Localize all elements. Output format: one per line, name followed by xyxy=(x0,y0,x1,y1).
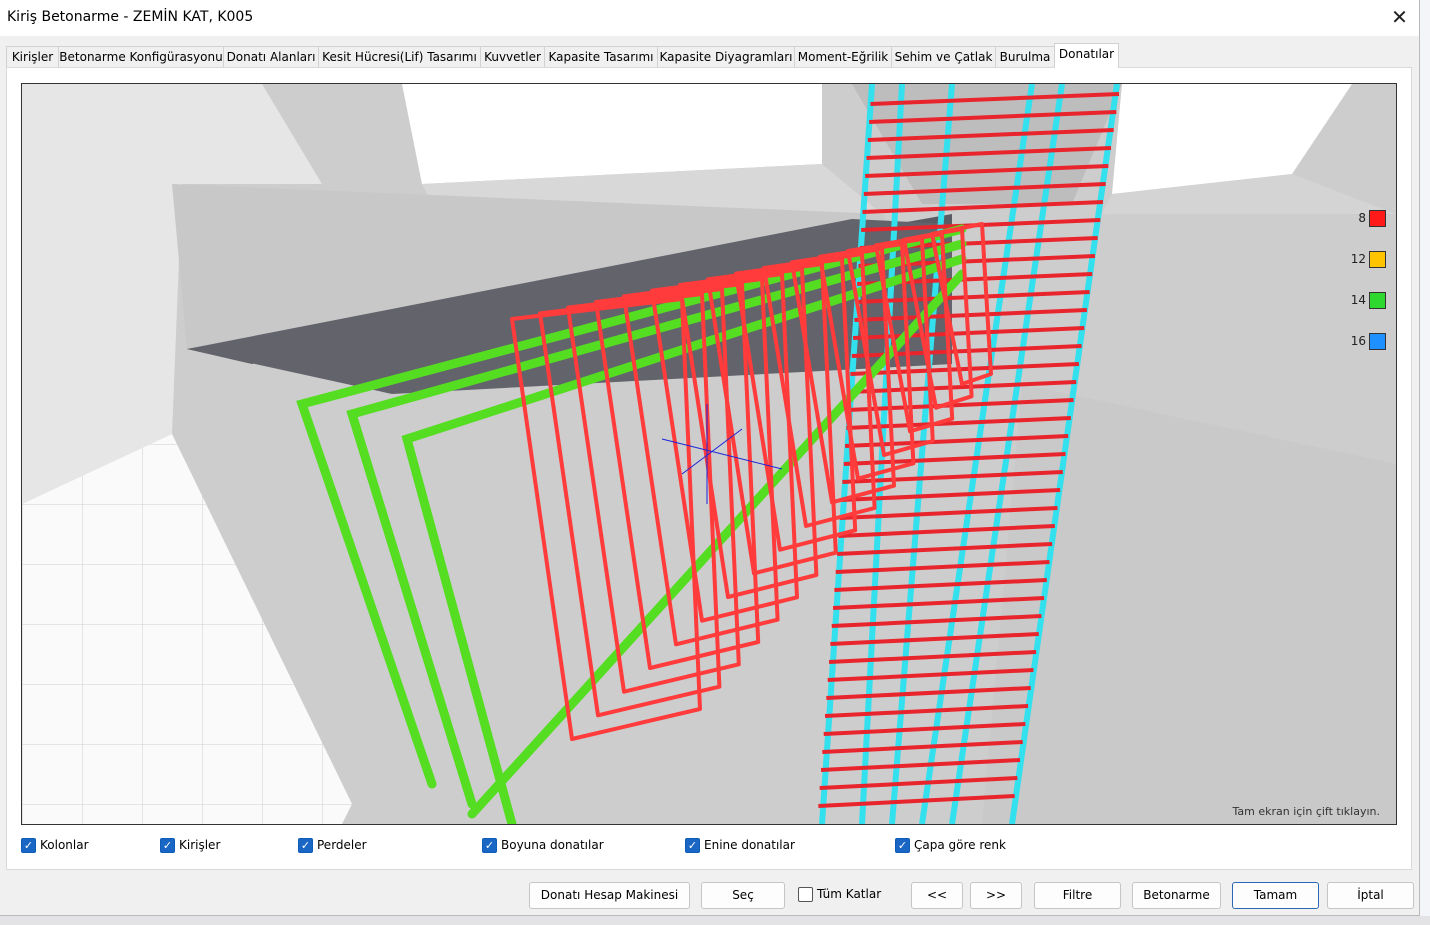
filter-button[interactable]: Filtre xyxy=(1034,882,1121,909)
rebar-calculator-button[interactable]: Donatı Hesap Makinesi xyxy=(529,882,690,909)
legend-swatch xyxy=(1369,333,1386,350)
title-bar: Kiriş Betonarme - ZEMİN KAT, K005 ✕ xyxy=(0,0,1419,36)
next-button[interactable]: >> xyxy=(970,882,1022,909)
ok-button[interactable]: Tamam xyxy=(1232,882,1319,909)
background-window-strip xyxy=(1420,0,1430,925)
checkbox-label: Enine donatılar xyxy=(704,838,795,852)
legend-item-14: 14 xyxy=(1330,292,1390,310)
tab-burulma[interactable]: Burulma xyxy=(995,46,1055,68)
window-title: Kiriş Betonarme - ZEMİN KAT, K005 xyxy=(7,9,254,25)
tab-sehim-ve-catlak[interactable]: Sehim ve Çatlak xyxy=(891,46,996,68)
legend-swatch xyxy=(1369,251,1386,268)
legend-swatch xyxy=(1369,292,1386,309)
tab-kuvvetler[interactable]: Kuvvetler xyxy=(480,46,545,68)
tab-kapasite-diyagramlari[interactable]: Kapasite Diyagramları xyxy=(657,46,795,68)
concrete-button[interactable]: Betonarme xyxy=(1132,882,1221,909)
dialog-window: Kiriş Betonarme - ZEMİN KAT, K005 ✕ Kiri… xyxy=(0,0,1420,916)
legend-label: 12 xyxy=(1350,252,1366,266)
checkbox-checked-icon[interactable]: ✓ xyxy=(160,838,175,853)
legend-swatch xyxy=(1369,210,1386,227)
legend-label: 16 xyxy=(1350,334,1366,348)
tab-betonarme-konfigurasyonu[interactable]: Betonarme Konfigürasyonu xyxy=(58,46,224,68)
checkbox-label: Kirişler xyxy=(179,838,221,852)
tab-donatilar[interactable]: Donatılar xyxy=(1054,43,1119,68)
legend-label: 8 xyxy=(1358,211,1366,225)
checkbox-checked-icon[interactable]: ✓ xyxy=(685,838,700,853)
cancel-button[interactable]: İptal xyxy=(1327,882,1414,909)
tab-kapasite-tasarimi[interactable]: Kapasite Tasarımı xyxy=(544,46,658,68)
select-button[interactable]: Seç xyxy=(701,882,785,909)
checkbox-checked-icon[interactable]: ✓ xyxy=(298,838,313,853)
fullscreen-hint: Tam ekran için çift tıklayın. xyxy=(1232,805,1380,818)
legend-item-12: 12 xyxy=(1330,251,1390,269)
checkbox-label: Perdeler xyxy=(317,838,367,852)
legend-label: 14 xyxy=(1350,293,1366,307)
checkbox-label: Kolonlar xyxy=(40,838,89,852)
checkbox-label: Çapa göre renk xyxy=(914,838,1006,852)
background-window-bottom xyxy=(0,916,1430,925)
checkbox-label: Boyuna donatılar xyxy=(501,838,604,852)
tab-moment-egrilik[interactable]: Moment-Eğrilik xyxy=(794,46,892,68)
checkbox-checked-icon[interactable]: ✓ xyxy=(895,838,910,853)
legend-item-8: 8 xyxy=(1330,210,1390,228)
rebar-3d-scene xyxy=(22,84,1396,824)
3d-viewport[interactable]: Tam ekran için çift tıklayın. xyxy=(21,83,1397,825)
checkbox-label: Tüm Katlar xyxy=(817,887,882,901)
legend-item-16: 16 xyxy=(1330,333,1390,351)
checkbox-checked-icon[interactable]: ✓ xyxy=(482,838,497,853)
tab-kirisler[interactable]: Kirişler xyxy=(6,46,59,68)
previous-button[interactable]: << xyxy=(911,882,963,909)
checkbox-checked-icon[interactable]: ✓ xyxy=(21,838,36,853)
tab-donati-alanlari[interactable]: Donatı Alanları xyxy=(223,46,319,68)
close-icon[interactable]: ✕ xyxy=(1380,0,1419,36)
checkbox-unchecked-icon[interactable] xyxy=(798,887,813,902)
tab-kesit-hucresi[interactable]: Kesit Hücresi(Lif) Tasarımı xyxy=(318,46,481,68)
